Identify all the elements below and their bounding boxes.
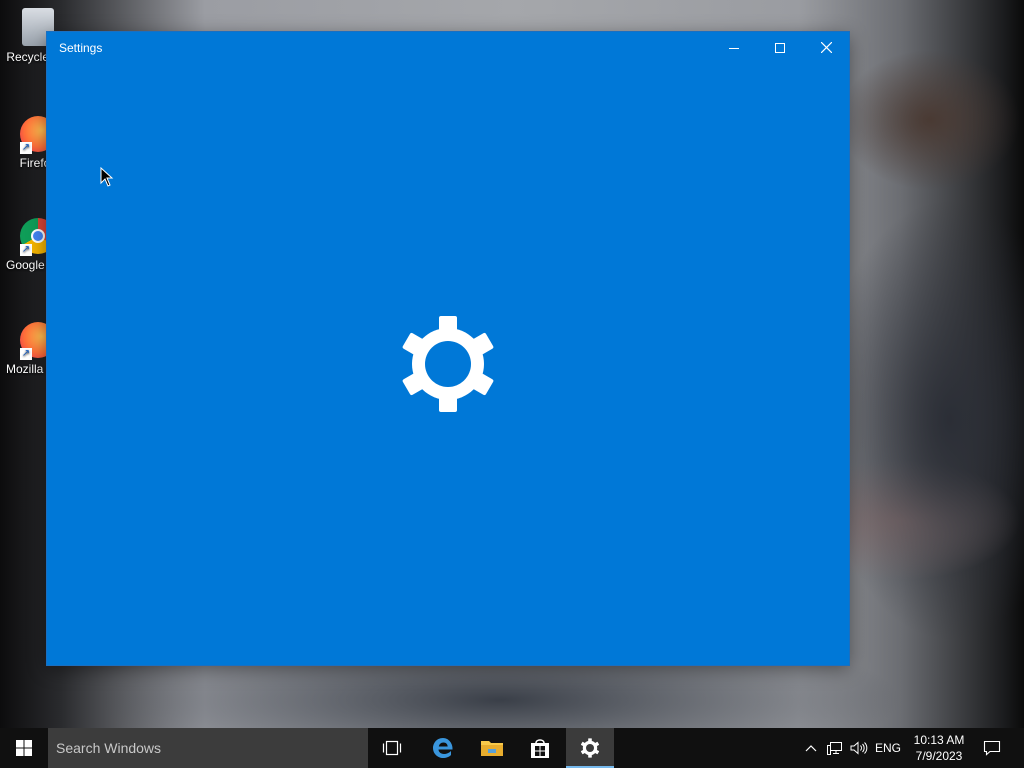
window-title: Settings <box>59 41 103 55</box>
taskbar: Search Windows ENG 10:13 AM 7/9/2023 <box>0 728 1024 768</box>
shortcut-arrow-icon: ↗ <box>20 348 32 360</box>
folder-icon <box>481 741 503 756</box>
taskbar-store-button[interactable] <box>516 728 564 768</box>
language-label: ENG <box>874 741 901 755</box>
title-bar[interactable]: Settings <box>47 32 849 63</box>
speaker-icon <box>850 741 868 755</box>
mouse-cursor-icon <box>100 167 114 187</box>
notification-icon <box>983 740 1001 756</box>
gear-icon <box>402 316 494 412</box>
taskbar-edge-button[interactable] <box>419 728 467 768</box>
network-icon <box>827 742 842 755</box>
shortcut-arrow-icon: ↗ <box>20 142 32 154</box>
taskbar-settings-button[interactable] <box>566 728 614 768</box>
maximize-button[interactable] <box>757 32 803 63</box>
gear-icon <box>580 738 600 758</box>
clock-time: 10:13 AM <box>913 733 965 747</box>
desktop: Recycle Bin ↗ Firefox ↗ Google Chrome ↗ … <box>0 0 1024 728</box>
volume-button[interactable] <box>848 728 870 768</box>
task-view-icon <box>382 740 402 756</box>
maximize-icon <box>775 42 785 53</box>
search-box[interactable]: Search Windows <box>48 728 368 768</box>
edge-icon <box>433 738 453 758</box>
start-button[interactable] <box>0 728 48 768</box>
minimize-button[interactable] <box>711 32 757 63</box>
minimize-icon <box>729 47 739 49</box>
windows-logo-icon <box>16 740 32 756</box>
input-language-indicator[interactable]: ENG <box>872 728 904 768</box>
chevron-up-icon <box>805 745 817 752</box>
clock-date: 7/9/2023 <box>915 749 963 763</box>
action-center-button[interactable] <box>976 728 1008 768</box>
taskbar-task-view-button[interactable] <box>368 728 416 768</box>
taskbar-file-explorer-button[interactable] <box>468 728 516 768</box>
network-button[interactable] <box>824 728 846 768</box>
close-icon <box>820 42 832 53</box>
store-icon <box>531 739 549 758</box>
settings-window[interactable]: Settings <box>47 32 849 665</box>
show-hidden-icons-button[interactable] <box>800 728 822 768</box>
shortcut-arrow-icon: ↗ <box>20 244 32 256</box>
search-placeholder: Search Windows <box>56 740 162 756</box>
close-button[interactable] <box>803 32 849 63</box>
clock[interactable]: 10:13 AM 7/9/2023 <box>906 728 972 768</box>
